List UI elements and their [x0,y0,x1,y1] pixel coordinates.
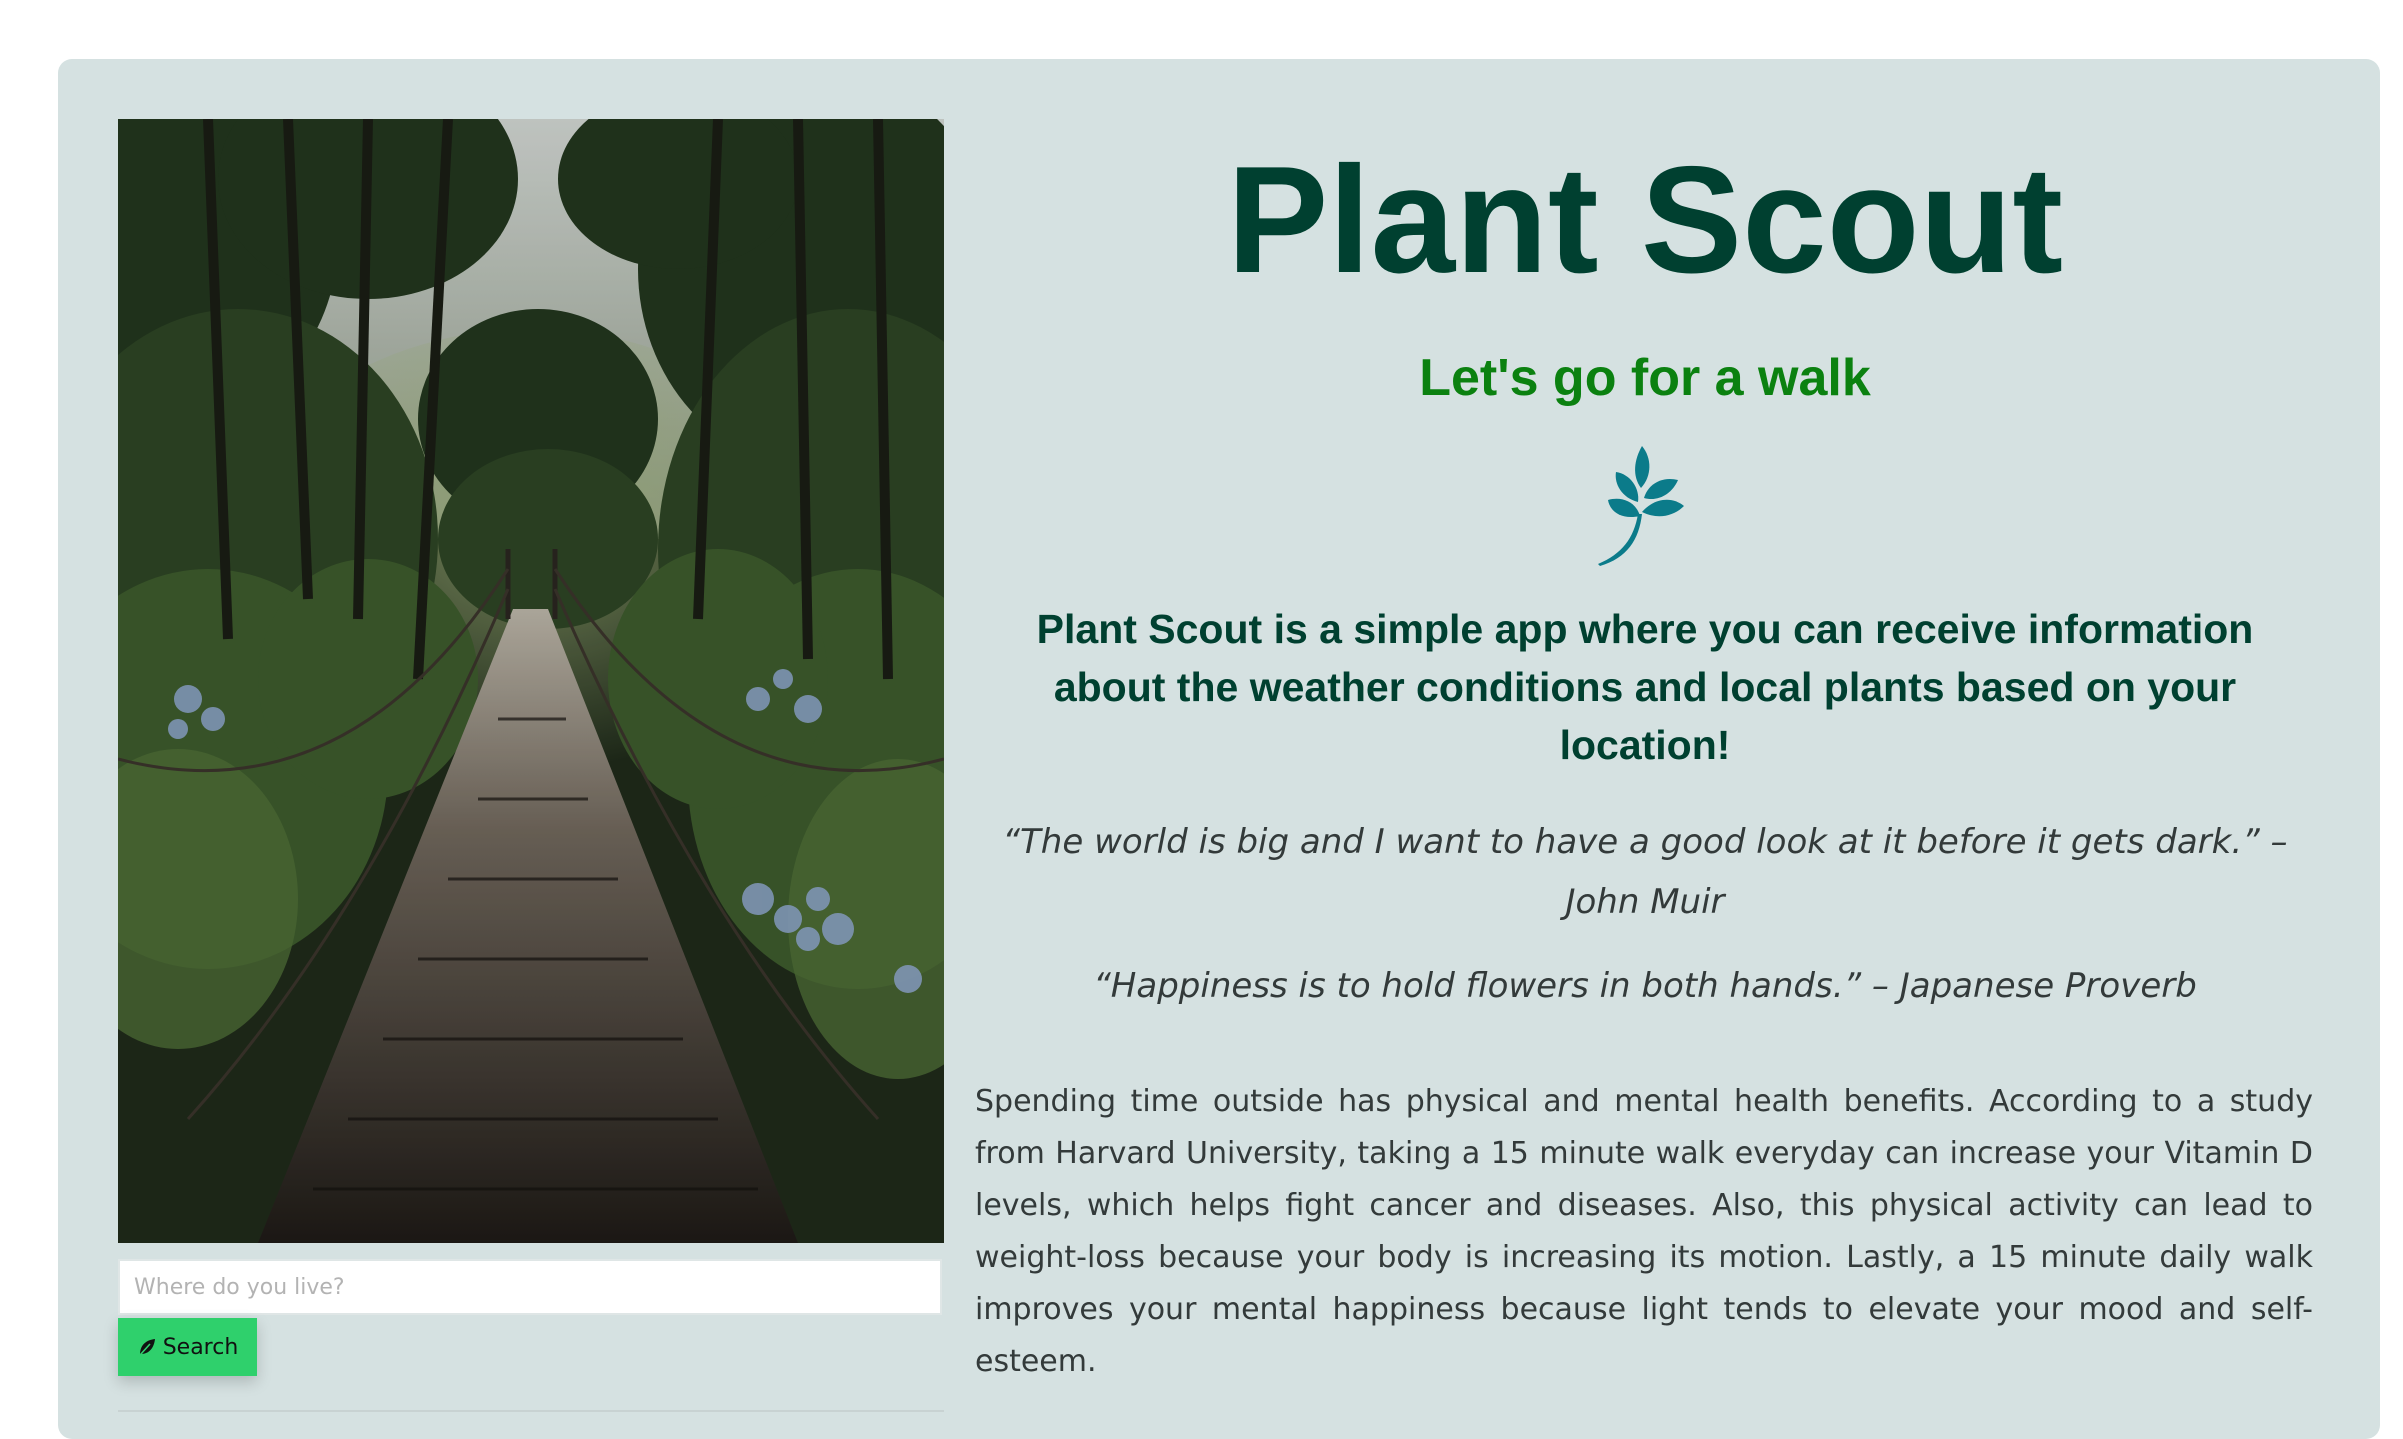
page-title: Plant Scout [1226,135,2064,305]
search-button-label: Search [162,1334,239,1360]
quote-muir: “The world is big and I want to have a g… [1002,822,2288,922]
page-subtitle: Let's go for a walk [1419,349,1871,407]
leaf-icon [1598,446,1684,566]
location-search-input[interactable] [118,1259,942,1315]
intro-text: Plant Scout is a simple app where you ca… [1036,606,2254,768]
leaf-icon [139,1339,155,1356]
divider [118,1410,944,1416]
health-benefits-paragraph: Spending time outside has physical and m… [975,1084,2313,1379]
search-button[interactable]: Search [118,1318,257,1376]
forest-bridge-photo [118,119,944,1243]
quote-proverb: “Happiness is to hold flowers in both ha… [1093,966,2197,1006]
